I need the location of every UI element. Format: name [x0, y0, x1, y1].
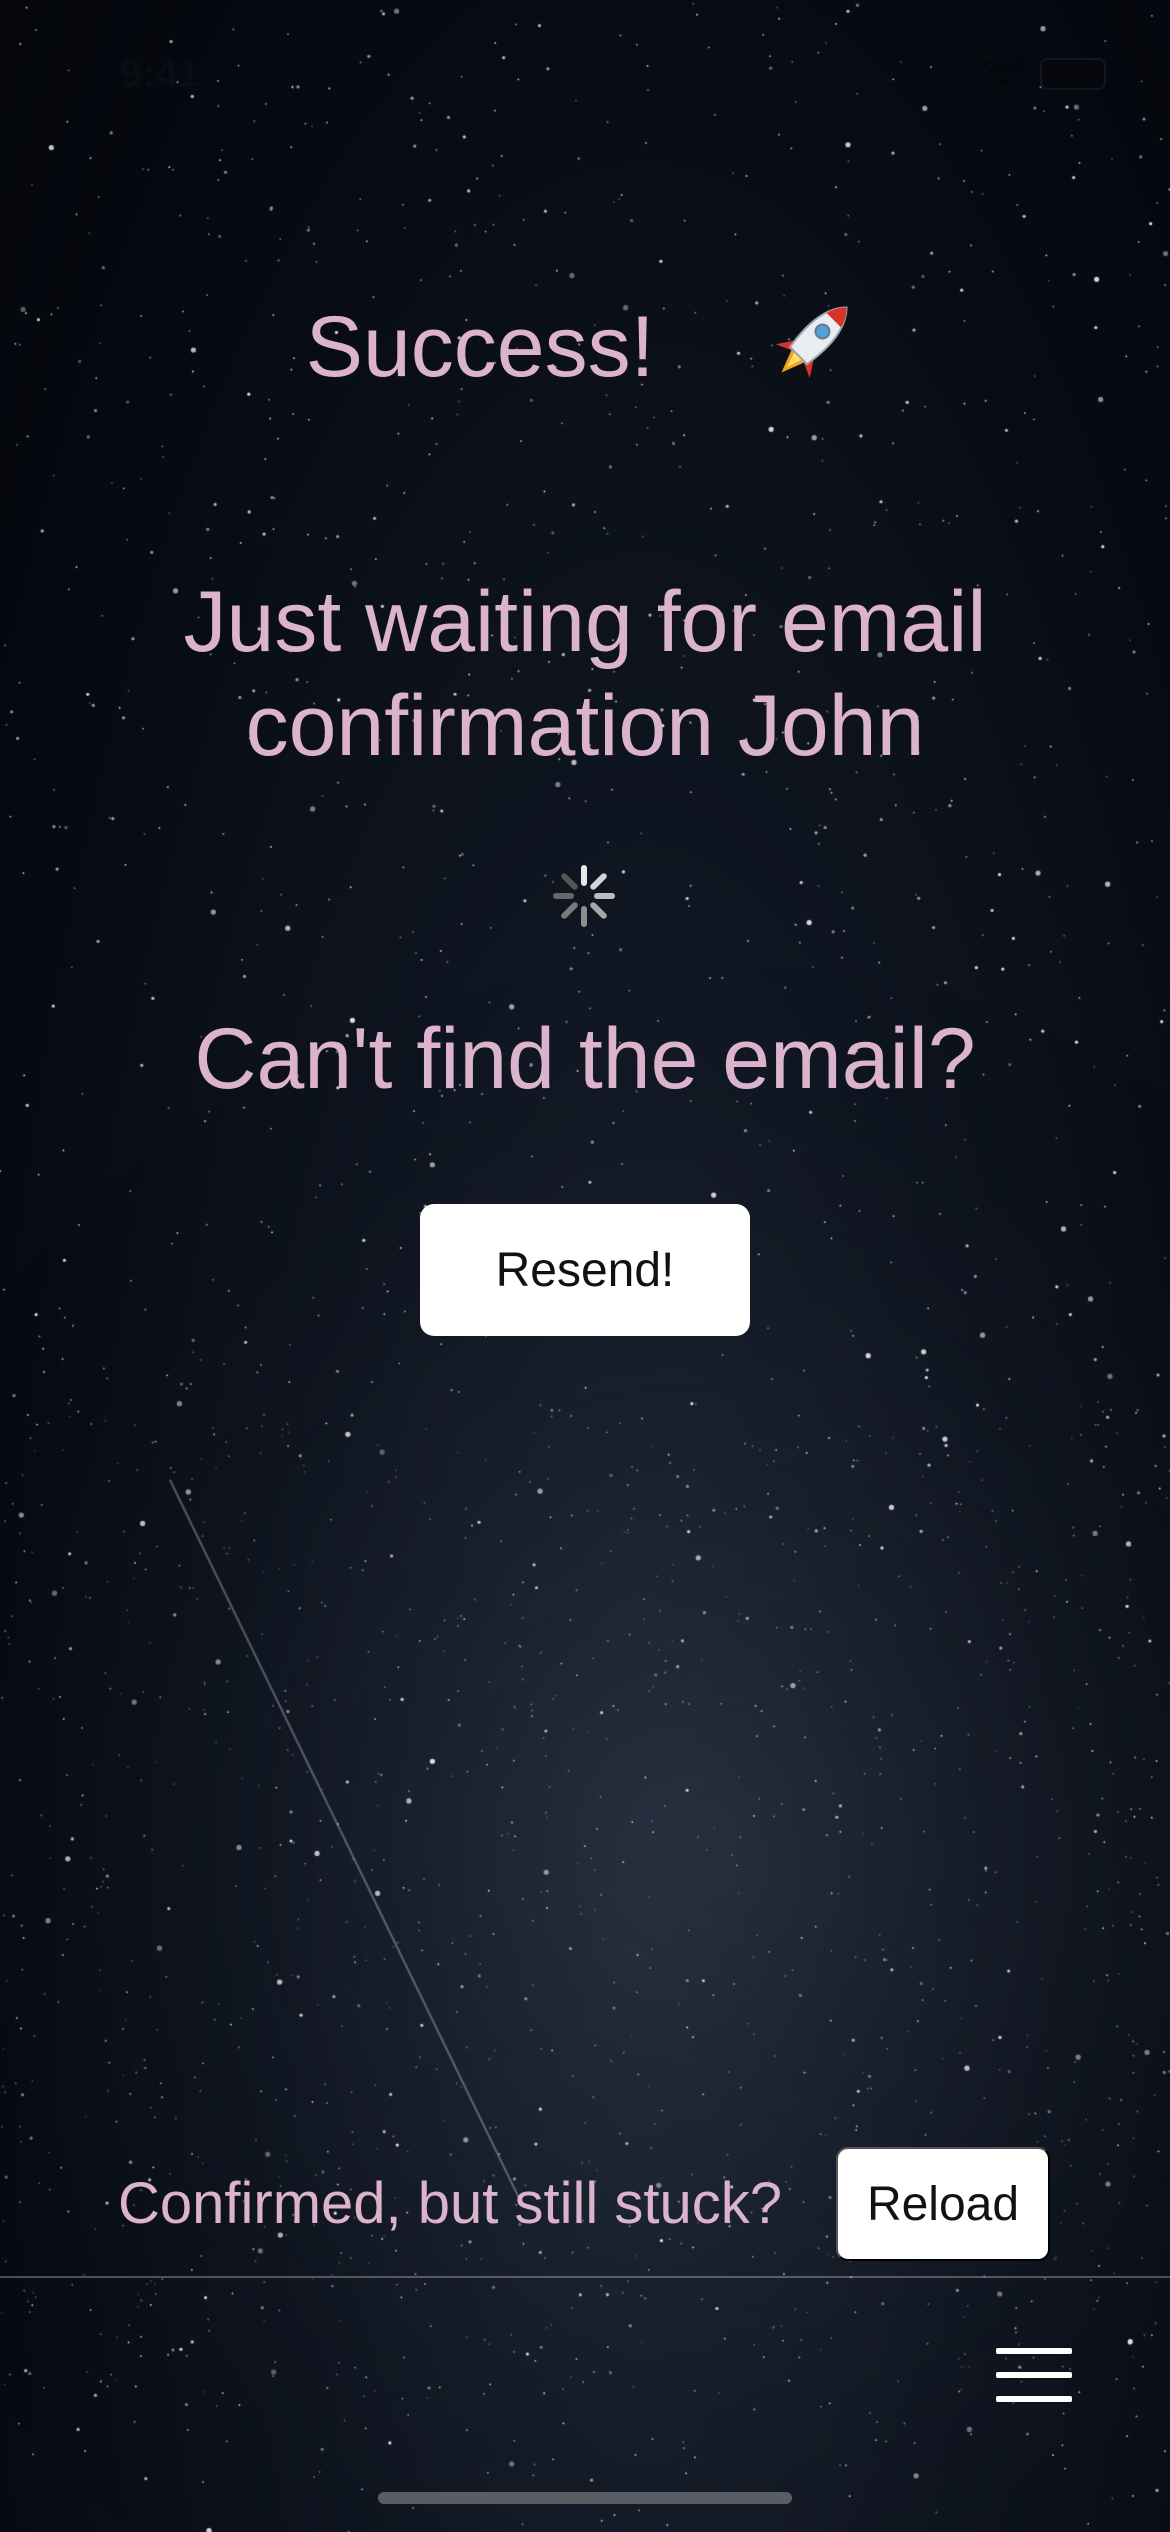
rocket-icon [776, 306, 848, 379]
header: Success! [0, 290, 1170, 397]
resend-button[interactable]: Resend! [420, 1204, 750, 1336]
still-stuck-prompt: Confirmed, but still stuck? [118, 2171, 783, 2236]
status-bar: 9:41 [0, 0, 1170, 140]
reload-button[interactable]: Reload [836, 2147, 1050, 2261]
waiting-message: Just waiting for email confirmation John [183, 574, 987, 774]
hamburger-menu-icon[interactable] [996, 2348, 1072, 2404]
cant-find-email-prompt: Can't find the email? [194, 1011, 976, 1107]
bottom-divider [0, 2276, 1170, 2278]
status-icons [982, 58, 1106, 90]
spinner-icon [553, 865, 615, 927]
status-time: 9:41 [120, 52, 201, 96]
home-indicator [378, 2492, 792, 2504]
battery-icon [1040, 58, 1106, 90]
page-title: Success! [305, 299, 655, 395]
wifi-icon [982, 59, 1026, 87]
